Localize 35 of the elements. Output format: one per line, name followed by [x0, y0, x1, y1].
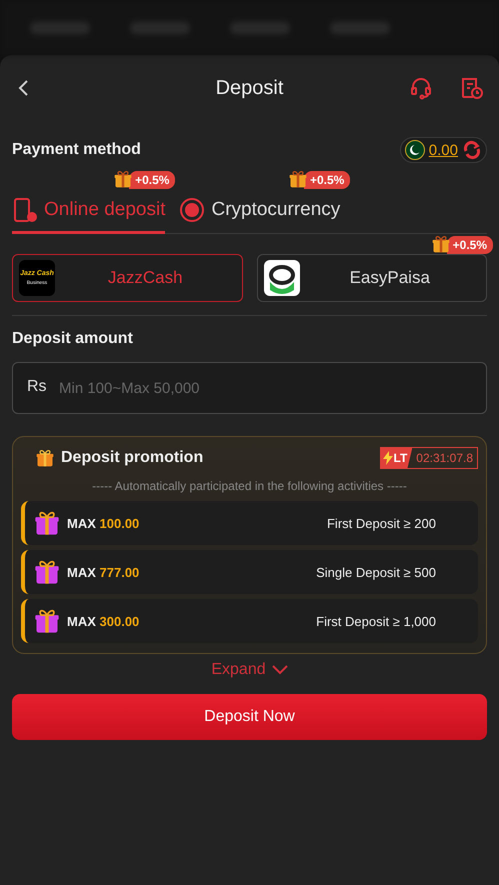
headset-icon[interactable] [409, 76, 433, 100]
gift-icon [113, 169, 134, 189]
promotion-title: Deposit promotion [61, 449, 204, 467]
page-title: Deposit [216, 76, 284, 100]
max-bonus: MAX 777.00 [67, 564, 140, 580]
section-label: Deposit amount [12, 330, 133, 347]
channel-option[interactable]: EasyPaisa [256, 254, 487, 302]
wallet-logo [264, 260, 300, 296]
flag-icon [404, 140, 425, 160]
chevron-icon [272, 665, 288, 675]
gift-icon [430, 234, 451, 254]
coin-icon [179, 197, 206, 223]
promotion-condition: Single Deposit ≥ 500 [316, 564, 436, 580]
promotion-condition: First Deposit ≥ 200 [326, 516, 436, 530]
bonus-tag: +0.5% [446, 236, 493, 254]
history-icon[interactable] [459, 76, 483, 100]
bonus-tag: +0.5% [304, 171, 350, 189]
gift-icon [33, 558, 61, 586]
max-bonus: MAX 300.00 [67, 614, 140, 628]
refresh-icon[interactable] [462, 140, 482, 160]
section-label: Payment method [12, 141, 141, 159]
promotion-subtitle: ----- Automatically participated in the following activities ----- [91, 479, 408, 493]
promotion-condition: First Deposit ≥ 1,000 [316, 614, 436, 628]
deposit-button[interactable]: Deposit Now [12, 694, 487, 740]
gift-icon [35, 448, 55, 468]
gift-icon [33, 607, 61, 635]
gift-icon [33, 509, 61, 537]
max-bonus: MAX 100.00 [67, 516, 140, 530]
phone-icon [12, 197, 38, 223]
balance-amount[interactable]: 0.00 [428, 142, 458, 158]
countdown-badge: LT 02:31:07.8 [380, 447, 478, 469]
currency-label: Rs [27, 378, 47, 396]
bonus-tag: +0.5% [129, 171, 176, 189]
gift-icon [288, 169, 308, 189]
method-tab[interactable]: Cryptocurrency [179, 187, 340, 234]
